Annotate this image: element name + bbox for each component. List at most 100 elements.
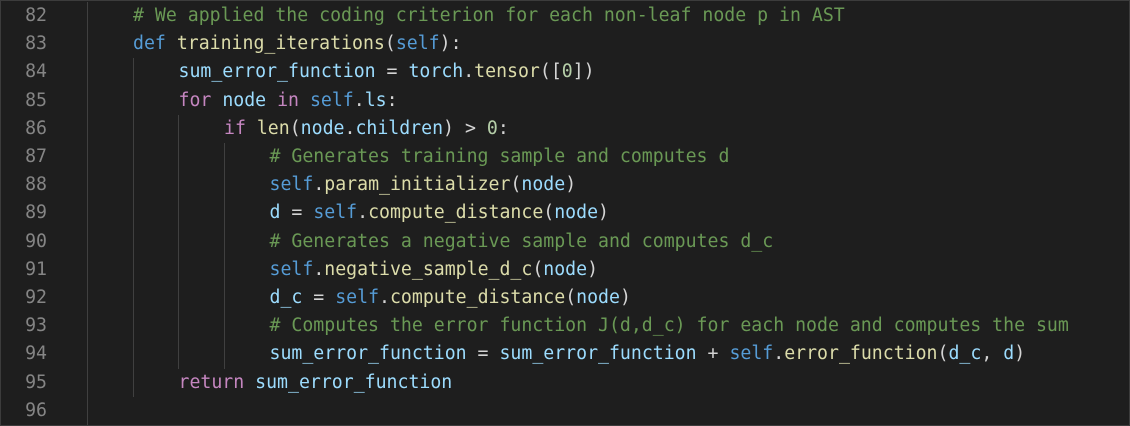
code-token: 0 <box>561 61 573 83</box>
code-token: sum_error_function <box>178 61 376 83</box>
code-token: node <box>300 117 345 139</box>
code-token: = <box>375 61 409 83</box>
code-token: tensor <box>474 61 540 83</box>
code-line[interactable]: 89 d = self.compute_distance(node) <box>1 199 1130 227</box>
code-token: node <box>554 202 599 224</box>
code-text: self.negative_sample_d_c(node) <box>270 256 599 284</box>
code-token: node <box>521 174 566 196</box>
code-token: ([ <box>539 61 562 83</box>
code-line[interactable]: 91 self.negative_sample_d_c(node) <box>1 256 1130 284</box>
code-token: + <box>696 343 730 365</box>
line-number: 94 <box>25 343 47 365</box>
code-token: ): <box>439 33 462 55</box>
line-number: 85 <box>25 89 47 111</box>
code-line[interactable]: 93 # Computes the error function J(d,d_c)… <box>1 312 1130 340</box>
code-token: : <box>386 89 398 111</box>
code-token: = <box>466 343 500 365</box>
code-token: . <box>344 117 356 139</box>
code-text: def training_iterations(self): <box>133 30 462 58</box>
line-number: 88 <box>25 174 47 196</box>
code-token: . <box>379 287 390 308</box>
code-token: ( <box>543 202 555 224</box>
code-text: sum_error_function = torch.tensor([0]) <box>179 58 595 86</box>
code-line[interactable]: 83 def training_iterations(self): <box>1 30 1130 58</box>
line-number: 93 <box>25 315 47 337</box>
code-editor[interactable]: 82 # We applied the coding criterion for … <box>0 0 1130 426</box>
code-text: # We applied the coding criterion for ea… <box>133 2 845 30</box>
code-line[interactable]: 86 if len(node.children) > 0: <box>1 115 1130 143</box>
line-number: 82 <box>25 5 47 26</box>
code-token: node <box>543 258 588 280</box>
code-token: for <box>178 89 212 111</box>
code-token: ls <box>364 89 387 111</box>
code-line[interactable]: 96 <box>1 397 1130 425</box>
code-token: d <box>269 202 281 224</box>
code-token: node <box>576 287 620 308</box>
line-number: 92 <box>25 287 47 308</box>
code-token: self <box>313 202 358 224</box>
code-text: self.param_initializer(node) <box>270 171 577 199</box>
code-line[interactable]: 85 for node in self.ls: <box>1 87 1130 115</box>
code-line[interactable]: 82 # We applied the coding criterion for … <box>1 2 1130 30</box>
code-token: ( <box>532 258 544 280</box>
code-token: ( <box>384 33 396 55</box>
code-token: in <box>277 89 299 111</box>
code-token: = <box>302 287 336 308</box>
line-number: 91 <box>25 258 47 280</box>
code-text: if len(node.children) > 0: <box>224 115 509 143</box>
code-token: . <box>357 202 369 224</box>
code-token: training_iterations <box>176 33 385 55</box>
code-token: children <box>355 117 444 139</box>
line-number: 86 <box>25 117 47 139</box>
code-token: sum_error_function <box>255 371 453 393</box>
line-number: 89 <box>25 202 47 224</box>
code-token: ( <box>510 174 522 196</box>
code-token: torch <box>408 61 464 83</box>
code-token: compute_distance <box>368 202 544 224</box>
code-token: ( <box>565 287 577 308</box>
code-token: ( <box>937 343 949 365</box>
line-number: 83 <box>25 33 47 55</box>
line-number: 96 <box>25 399 47 421</box>
code-token: ) <box>619 287 631 308</box>
code-token: node <box>222 89 267 111</box>
code-token: sum_error_function <box>499 343 697 365</box>
code-token: d <box>1003 343 1015 365</box>
code-text: d_c = self.compute_distance(node) <box>270 284 631 312</box>
code-line[interactable]: 90 # Generates a negative sample and comp… <box>1 228 1130 256</box>
code-token: . <box>313 174 325 196</box>
line-number: 95 <box>25 371 47 393</box>
code-token: self <box>395 33 440 55</box>
code-line[interactable]: 84 sum_error_function = torch.tensor([0]) <box>1 58 1130 86</box>
code-token: param_initializer <box>324 174 511 196</box>
code-token: d_c <box>948 343 982 365</box>
code-token: ) <box>587 258 599 280</box>
code-line[interactable]: 88 self.param_initializer(node) <box>1 171 1130 199</box>
code-line[interactable]: 92 d_c = self.compute_distance(node) <box>1 284 1130 312</box>
code-token: if <box>224 117 246 139</box>
code-text: d = self.compute_distance(node) <box>270 199 610 227</box>
code-token: negative_sample_d_c <box>324 258 533 280</box>
code-token: # Computes the error function J(d,d_c) f… <box>269 315 1069 337</box>
code-token: return <box>178 371 245 393</box>
code-token: self <box>309 89 354 111</box>
code-text: return sum_error_function <box>179 369 453 397</box>
code-line[interactable]: 95 return sum_error_function <box>1 369 1130 397</box>
code-token: : <box>497 117 509 139</box>
code-token: self <box>269 258 314 280</box>
code-token: self <box>729 343 774 365</box>
code-line[interactable]: 87 # Generates training sample and comput… <box>1 143 1130 171</box>
code-token: self <box>269 174 314 196</box>
code-token: ) <box>598 202 609 224</box>
code-line[interactable]: 94 sum_error_function = sum_error_functio… <box>1 340 1130 368</box>
code-token: # We applied the coding criterion for ea… <box>133 5 845 26</box>
code-token: sum_error_function <box>269 343 467 365</box>
code-token: len <box>256 117 290 139</box>
code-token: self <box>335 287 380 308</box>
code-token: ( <box>289 117 301 139</box>
line-number: 84 <box>25 61 47 83</box>
